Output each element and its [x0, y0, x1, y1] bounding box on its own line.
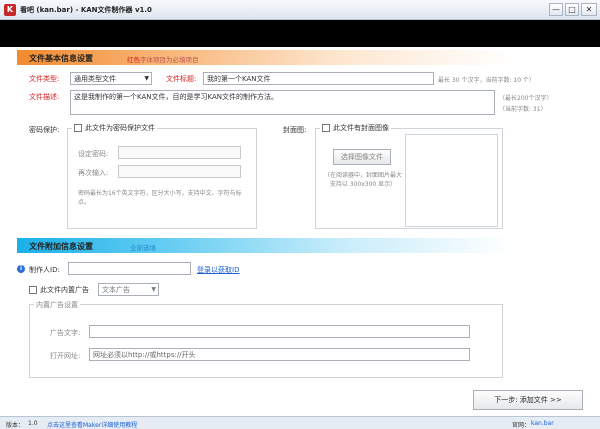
cover-checkbox-row[interactable]: 此文件有封面图像	[320, 123, 391, 133]
file-desc-textarea[interactable]: 这是我制作的第一个KAN文件，目的是学习KAN文件的制作方法。	[70, 90, 495, 115]
password-note: 密码最长为16个英文字符，区分大小写，支持中文、字符与标点。	[78, 190, 242, 206]
confirm-password-label: 再次输入:	[78, 169, 109, 177]
file-desc-label: 文件描述:	[29, 93, 60, 101]
select-image-button[interactable]: 选择图像文件	[333, 149, 391, 165]
ad-text-label: 广告文字:	[50, 329, 81, 337]
version-label: 版本：	[6, 422, 25, 429]
ad-url-input[interactable]: 网址必须以http://或https://开头	[89, 348, 470, 361]
minimize-button[interactable]: —	[549, 3, 563, 16]
ad-checkbox-row[interactable]: 此文件内置广告	[29, 285, 89, 295]
close-button[interactable]: ✕	[581, 3, 597, 16]
banner-area	[0, 20, 600, 47]
cover-section-label: 封面图:	[283, 126, 307, 134]
title-bar: K 看吧 (kan.bar) - KAN文件制作器 v1.0 — □ ✕	[0, 0, 600, 20]
site-link[interactable]: kan.bar	[531, 420, 554, 427]
next-add-files-button[interactable]: 下一步: 添加文件 >>	[473, 390, 583, 410]
password-input[interactable]	[118, 146, 241, 159]
ad-text-input[interactable]	[89, 325, 470, 338]
required-hint: 红色字体项目为必填项目	[127, 56, 199, 64]
set-password-label: 设定密码:	[78, 150, 109, 158]
file-type-label: 文件类型:	[29, 75, 60, 83]
password-checkbox-row[interactable]: 此文件为密码保护文件	[72, 123, 157, 133]
window-title: 看吧 (kan.bar) - KAN文件制作器 v1.0	[20, 6, 152, 14]
ad-checkbox[interactable]	[29, 286, 37, 294]
password-checkbox[interactable]	[74, 124, 82, 132]
file-type-select[interactable]: 通用类型文件 ▼	[70, 72, 152, 85]
file-desc-count-hint: （当前字数: 31）	[499, 106, 547, 113]
ad-url-label: 打开网址:	[50, 352, 81, 360]
cover-image-preview	[405, 134, 498, 227]
file-title-hint: 最长 30 个汉字，当前字数: 10 个）	[438, 77, 535, 84]
section-title: 文件附加信息设置	[29, 242, 93, 251]
ad-type-select[interactable]: 文本广告 ▼	[98, 283, 159, 296]
optional-hint: 全部选填	[130, 244, 156, 252]
cover-note: （在阅读器中，封面图片最大支持以 300x300 显示）	[324, 172, 403, 188]
file-desc-max-hint: （最长200个汉字）	[499, 95, 553, 102]
status-bar: 版本： 1.0 点击这里查看Maker详细使用教程 官网： kan.bar	[0, 416, 600, 429]
ad-settings-title: 内置广告设置	[34, 300, 80, 310]
ad-settings-groupbox	[29, 304, 503, 378]
login-link[interactable]: 登录以获取ID	[197, 265, 239, 275]
basic-info-section-header: 文件基本信息设置 红色字体项目为必填项目	[17, 50, 600, 65]
chevron-down-icon: ▼	[144, 75, 149, 82]
file-title-label: 文件标题:	[166, 75, 197, 83]
password-groupbox	[67, 128, 257, 229]
version-value: 1.0	[28, 420, 38, 427]
section-title: 文件基本信息设置	[29, 54, 93, 63]
extra-info-section-header: 文件附加信息设置 全部选填	[17, 238, 600, 253]
site-label: 官网：	[512, 422, 531, 429]
author-id-input[interactable]	[68, 262, 191, 275]
chevron-down-icon: ▼	[151, 286, 156, 293]
password-section-label: 密码保护:	[29, 126, 60, 134]
info-icon: i	[17, 265, 25, 273]
confirm-password-input[interactable]	[118, 165, 241, 178]
maximize-button[interactable]: □	[565, 3, 579, 16]
author-id-label: 制作人ID:	[29, 266, 60, 274]
cover-checkbox[interactable]	[322, 124, 330, 132]
app-logo-icon: K	[4, 4, 16, 16]
help-tutorial-link[interactable]: 点击这里查看Maker详细使用教程	[47, 420, 137, 429]
file-title-input[interactable]: 我的第一个KAN文件	[203, 72, 434, 85]
